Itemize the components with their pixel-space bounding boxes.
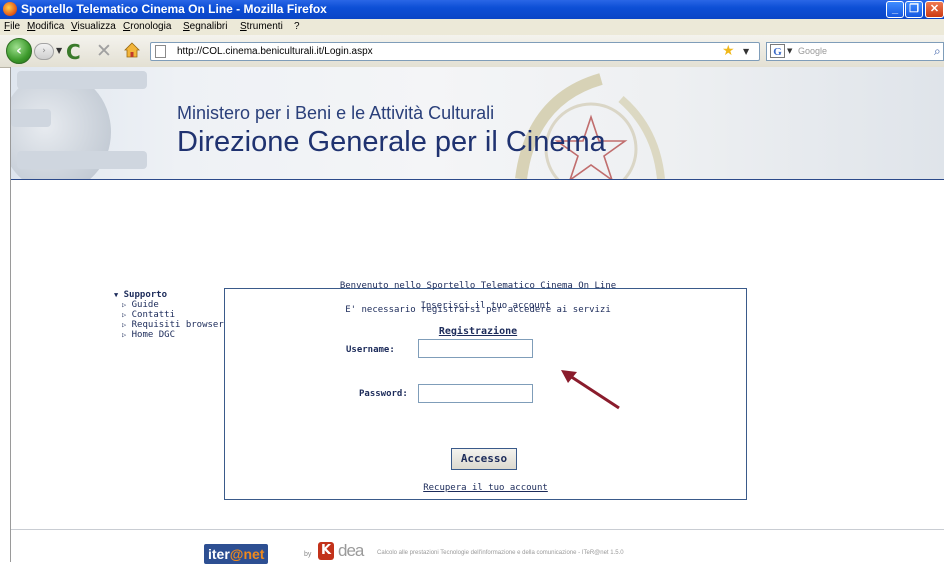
menu-segnalibri[interactable]: Segnalibri	[183, 21, 227, 32]
menu-file[interactable]: File	[4, 21, 20, 32]
url-dropdown-icon[interactable]: ▼	[743, 47, 749, 56]
support-menu: ▼ Supporto ▷ Guide ▷ Contatti ▷ Requisit…	[114, 290, 224, 340]
footer-note: Calcolo alle prestazioni Tecnologie dell…	[377, 550, 624, 556]
search-engine-dropdown-icon[interactable]: ▼	[787, 47, 792, 55]
ministry-name: Ministero per i Beni e le Attività Cultu…	[177, 103, 495, 123]
recover-account-link[interactable]: Recupera il tuo account	[225, 483, 746, 493]
header-banner: Ministero per i Beni e le Attività Cultu…	[11, 67, 944, 179]
home-icon[interactable]	[124, 42, 140, 58]
username-label: Username:	[346, 345, 395, 355]
bookmark-star-icon[interactable]: ★	[722, 43, 735, 59]
menu-strumenti[interactable]: Strumenti	[240, 21, 283, 32]
address-bar[interactable]: http://COL.cinema.beniculturali.it/Login…	[150, 42, 760, 61]
menu-modifica[interactable]: Modifica	[27, 21, 64, 32]
direction-name: Direzione Generale per il Cinema	[177, 126, 606, 158]
stop-icon[interactable]: ✕	[96, 40, 112, 62]
iternet-logo: iter@net	[204, 544, 269, 564]
forward-icon[interactable]: ›	[34, 43, 54, 60]
page-icon	[155, 45, 166, 58]
menu-cronologia[interactable]: Cronologia	[123, 21, 171, 32]
support-heading[interactable]: ▼ Supporto	[114, 290, 224, 300]
login-title: Inserisci il tuo account	[420, 301, 551, 311]
reload-icon[interactable]: C	[66, 40, 81, 64]
search-icon[interactable]: ⌕	[934, 44, 941, 59]
url-text[interactable]: http://COL.cinema.beniculturali.it/Login…	[177, 46, 373, 57]
google-icon[interactable]: G	[770, 44, 785, 58]
back-icon[interactable]: ‹	[6, 38, 32, 64]
login-button[interactable]: Accesso	[451, 448, 517, 470]
support-item-home-dgc[interactable]: ▷ Home DGC	[114, 330, 224, 340]
navigation-toolbar: ‹ › ▼ C ✕ http://COL.cinema.benicultural…	[0, 35, 944, 68]
film-strip-decoration	[17, 151, 147, 169]
annotation-arrow-icon	[561, 370, 620, 410]
history-dropdown-icon[interactable]: ▼	[56, 46, 62, 55]
menu-visualizza[interactable]: Visualizza	[71, 21, 116, 32]
footer-by: by	[304, 551, 312, 558]
dea-logo-text: dea	[338, 541, 364, 560]
password-input[interactable]	[418, 384, 533, 403]
search-placeholder: Google	[798, 46, 828, 56]
film-strip-decoration	[11, 109, 51, 127]
film-strip-decoration	[17, 71, 147, 89]
menu-help[interactable]: ?	[294, 21, 300, 32]
window-title: Sportello Telematico Cinema On Line - Mo…	[21, 2, 327, 16]
password-label: Password:	[359, 389, 408, 399]
login-panel: Inserisci il tuo account Username: Passw…	[224, 288, 747, 500]
close-icon[interactable]: ✕	[925, 1, 944, 18]
banner-divider	[11, 179, 944, 180]
page-content: Ministero per i Beni e le Attività Cultu…	[10, 67, 944, 564]
firefox-icon	[3, 2, 17, 16]
dea-logo-icon: K	[318, 542, 334, 560]
support-item-requisiti[interactable]: ▷ Requisiti browser	[114, 320, 224, 330]
menu-bar: File Modifica Visualizza Cronologia Segn…	[0, 19, 944, 36]
username-input[interactable]	[418, 339, 533, 358]
support-item-guide[interactable]: ▷ Guide	[114, 300, 224, 310]
maximize-icon[interactable]: ❐	[905, 1, 923, 18]
search-box[interactable]: G ▼ Google ⌕	[766, 42, 944, 61]
republic-emblem-icon	[515, 73, 665, 179]
footer-divider	[11, 529, 944, 530]
window-title-bar[interactable]: Sportello Telematico Cinema On Line - Mo…	[0, 0, 944, 19]
support-item-contatti[interactable]: ▷ Contatti	[114, 310, 224, 320]
minimize-icon[interactable]: _	[886, 1, 904, 18]
